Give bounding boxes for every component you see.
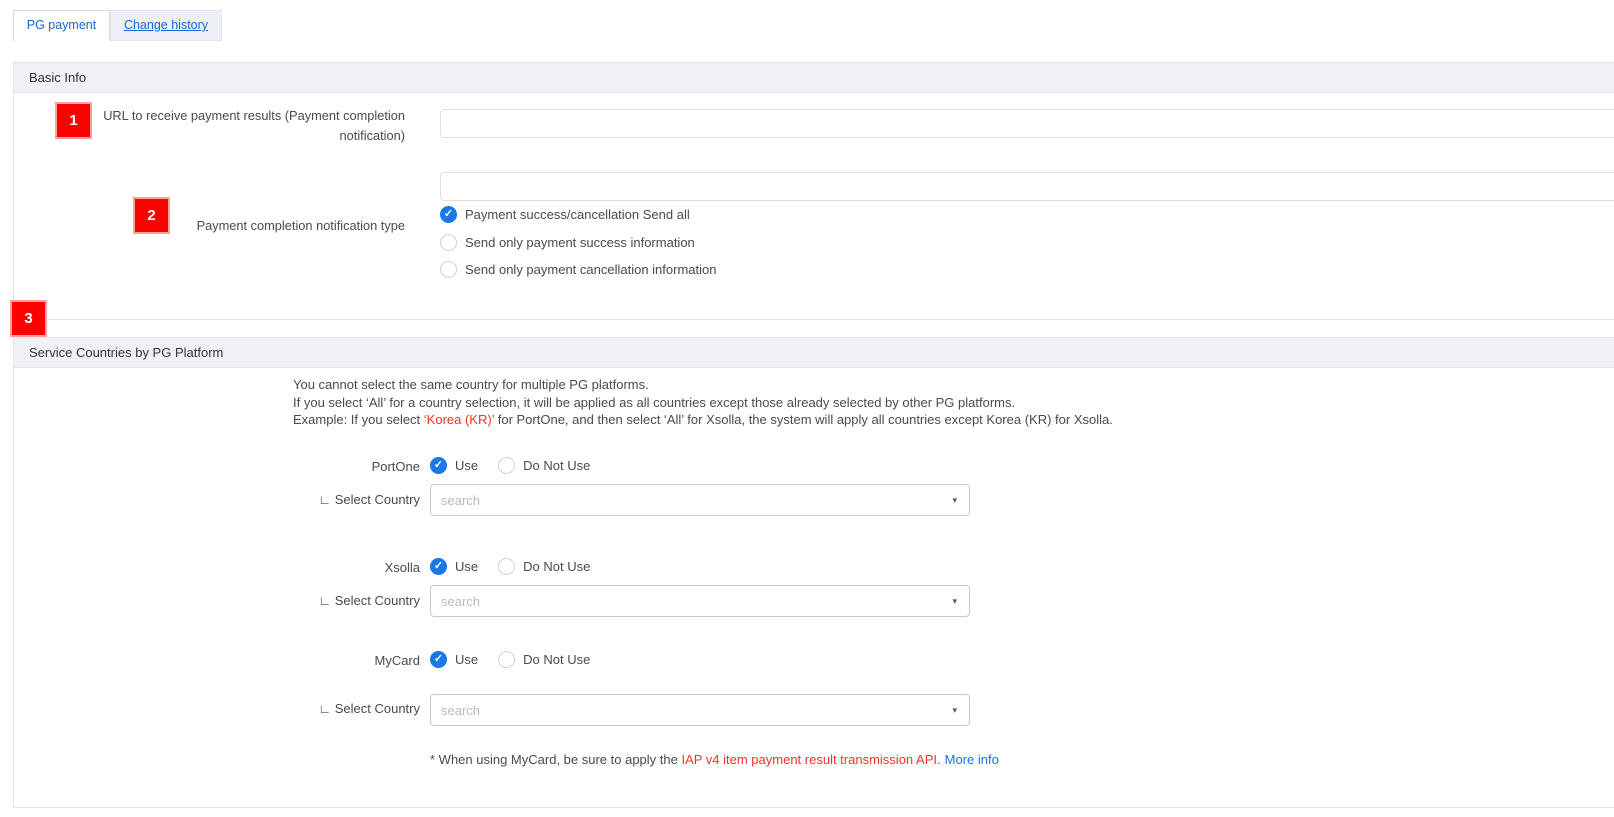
chevron-down-icon: ▾ — [940, 705, 969, 716]
platform-name-portone: PortOne — [280, 459, 420, 474]
mycard-do-not-use-label[interactable]: Do Not Use — [523, 652, 590, 667]
payment-result-url-input[interactable] — [440, 109, 1614, 138]
step-badge-2: 2 — [133, 197, 170, 234]
notif-option-cancel-only: Send only payment cancellation informati… — [440, 260, 716, 278]
portone-use-radios: Use Do Not Use — [430, 456, 590, 474]
url-field-label: URL to receive payment results (Payment … — [95, 106, 405, 146]
portone-select-country-label: ∟ Select Country — [280, 492, 420, 507]
portone-do-not-use-label[interactable]: Do Not Use — [523, 458, 590, 473]
xsolla-country-search-input[interactable] — [431, 586, 940, 616]
mycard-api-footnote: * When using MyCard, be sure to apply th… — [430, 752, 999, 767]
korea-kr-highlight: ‘Korea (KR)’ — [424, 412, 494, 427]
notif-option-send-all-label[interactable]: Payment success/cancellation Send all — [465, 207, 690, 222]
radio-unchecked-icon[interactable] — [498, 457, 515, 474]
service-countries-header: Service Countries by PG Platform — [14, 338, 1614, 368]
tab-change-history[interactable]: Change history — [110, 10, 222, 41]
instruction-line-3: Example: If you select ‘Korea (KR)’ for … — [293, 411, 1113, 429]
country-selection-instructions: You cannot select the same country for m… — [293, 376, 1113, 429]
xsolla-do-not-use-label[interactable]: Do Not Use — [523, 559, 590, 574]
notif-option-success-only-label[interactable]: Send only payment success information — [465, 235, 695, 250]
mycard-use-radios: Use Do Not Use — [430, 650, 590, 668]
instruction-line-3-prefix: Example: If you select — [293, 412, 424, 427]
instruction-line-1: You cannot select the same country for m… — [293, 376, 1113, 394]
mycard-country-search-input[interactable] — [431, 695, 940, 725]
notif-option-success-only: Send only payment success information — [440, 233, 695, 251]
portone-country-select[interactable]: ▾ — [430, 484, 970, 516]
chevron-down-icon: ▾ — [940, 495, 969, 506]
xsolla-use-radios: Use Do Not Use — [430, 557, 590, 575]
tab-pg-payment[interactable]: PG payment — [13, 10, 110, 41]
xsolla-use-label[interactable]: Use — [455, 559, 478, 574]
platform-name-xsolla: Xsolla — [280, 560, 420, 575]
radio-unchecked-icon[interactable] — [498, 651, 515, 668]
tab-change-history-label: Change history — [124, 18, 208, 32]
radio-unchecked-icon[interactable] — [440, 234, 457, 251]
chevron-down-icon: ▾ — [940, 596, 969, 607]
footnote-prefix: * When using MyCard, be sure to apply th… — [430, 752, 681, 767]
radio-unchecked-icon[interactable] — [440, 261, 457, 278]
radio-checked-icon[interactable] — [440, 206, 457, 223]
mycard-use-label[interactable]: Use — [455, 652, 478, 667]
mycard-select-country-label: ∟ Select Country — [280, 701, 420, 716]
portone-country-search-input[interactable] — [431, 485, 940, 515]
xsolla-select-country-label: ∟ Select Country — [280, 593, 420, 608]
platform-name-mycard: MyCard — [280, 653, 420, 668]
more-info-link[interactable]: More info — [945, 752, 999, 767]
iap-api-text: IAP v4 item payment result transmission … — [681, 752, 940, 767]
radio-unchecked-icon[interactable] — [498, 558, 515, 575]
step-badge-3: 3 — [10, 300, 47, 337]
basic-info-header: Basic Info — [14, 63, 1614, 93]
payment-result-url-input-2[interactable] — [440, 172, 1614, 201]
instruction-line-3-suffix: for PortOne, and then select ‘All’ for X… — [494, 412, 1113, 427]
pg-payment-settings-page: PG payment Change history Basic Info 1 2… — [0, 0, 1614, 817]
radio-checked-icon[interactable] — [430, 651, 447, 668]
xsolla-country-select[interactable]: ▾ — [430, 585, 970, 617]
radio-checked-icon[interactable] — [430, 457, 447, 474]
portone-use-label[interactable]: Use — [455, 458, 478, 473]
radio-checked-icon[interactable] — [430, 558, 447, 575]
notif-option-send-all: Payment success/cancellation Send all — [440, 205, 690, 223]
step-badge-1: 1 — [55, 102, 92, 139]
instruction-line-2: If you select ‘All’ for a country select… — [293, 394, 1113, 412]
tab-pg-payment-label: PG payment — [27, 18, 96, 32]
mycard-country-select[interactable]: ▾ — [430, 694, 970, 726]
notif-option-cancel-only-label[interactable]: Send only payment cancellation informati… — [465, 262, 716, 277]
